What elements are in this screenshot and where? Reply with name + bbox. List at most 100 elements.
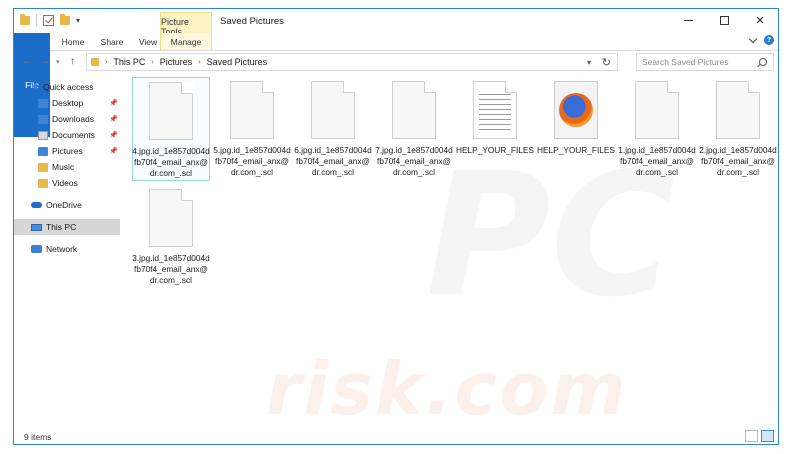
up-arrow-icon[interactable]: ↑ [70, 56, 75, 67]
ribbon-controls: ? [748, 34, 774, 45]
text-document-icon [473, 81, 517, 139]
nav-item-documents[interactable]: Documents 📌 [14, 127, 120, 143]
computer-icon [31, 223, 42, 231]
blank-document-icon [149, 189, 193, 247]
blank-document-icon [635, 81, 679, 139]
ribbon: File Home Share View Manage ? [14, 33, 778, 137]
file-name: 1.jpg.id_1e857d004dfb70f4_email_anx@dr.c… [618, 145, 696, 177]
blank-document-icon [392, 81, 436, 139]
details-view-icon[interactable] [745, 430, 758, 442]
file-item[interactable]: HELP_YOUR_FILES [537, 77, 615, 181]
navigation-row: ← → ▾ ↑ › This PC › Pictures › Saved Pic… [14, 52, 778, 74]
nav-item-desktop[interactable]: Desktop 📌 [14, 95, 120, 111]
explorer-window: ▾ Picture Tools Saved Pictures ✕ File Ho… [13, 8, 779, 445]
nav-item-music[interactable]: Music [14, 159, 120, 175]
pin-icon: 📌 [109, 116, 118, 123]
tab-manage[interactable]: Manage [160, 33, 212, 50]
large-icons-view-icon[interactable] [761, 430, 774, 442]
navigation-pane: ★ Quick access Desktop 📌 Downloads 📌 Doc… [14, 77, 121, 427]
firefox-html-icon [554, 81, 598, 139]
file-name: 4.jpg.id_1e857d004dfb70f4_email_anx@dr.c… [132, 146, 210, 178]
search-input[interactable]: Search Saved Pictures [642, 57, 728, 67]
minimize-button[interactable] [670, 9, 706, 31]
file-item[interactable]: 6.jpg.id_1e857d004dfb70f4_email_anx@dr.c… [294, 77, 372, 181]
recent-locations-icon[interactable]: ▾ [56, 58, 60, 66]
folder-icon[interactable] [20, 13, 30, 25]
close-button[interactable]: ✕ [742, 9, 778, 31]
help-icon[interactable]: ? [764, 35, 774, 45]
file-name: 3.jpg.id_1e857d004dfb70f4_email_anx@dr.c… [132, 253, 210, 285]
chevron-right-icon: › [151, 58, 154, 66]
toolbar-divider [36, 14, 37, 26]
file-item[interactable]: 3.jpg.id_1e857d004dfb70f4_email_anx@dr.c… [132, 185, 210, 289]
quick-access-toolbar: ▾ [20, 13, 80, 26]
address-dropdown-icon[interactable]: ▾ [587, 58, 591, 67]
nav-label: Quick access [42, 82, 94, 92]
refresh-icon[interactable]: ↻ [602, 56, 611, 69]
breadcrumb-saved-pictures[interactable]: Saved Pictures [207, 57, 268, 67]
nav-this-pc[interactable]: This PC [14, 219, 120, 235]
file-item[interactable]: 1.jpg.id_1e857d004dfb70f4_email_anx@dr.c… [618, 77, 696, 181]
downloads-folder-icon [38, 114, 48, 124]
watermark-text: risk.com [266, 347, 628, 431]
file-list: PC risk.com 4.jpg.id_1e857d004dfb70f4_em… [126, 77, 777, 431]
nav-item-pictures[interactable]: Pictures 📌 [14, 143, 120, 159]
nav-network[interactable]: Network [14, 241, 120, 257]
file-item[interactable]: 7.jpg.id_1e857d004dfb70f4_email_anx@dr.c… [375, 77, 453, 181]
tab-share[interactable]: Share [94, 33, 130, 50]
videos-folder-icon [38, 178, 48, 188]
file-name: 5.jpg.id_1e857d004dfb70f4_email_anx@dr.c… [213, 145, 291, 177]
search-box[interactable]: Search Saved Pictures [636, 53, 774, 71]
music-folder-icon [38, 162, 48, 172]
blank-document-icon [311, 81, 355, 139]
maximize-button[interactable] [706, 9, 742, 31]
pin-icon: 📌 [109, 100, 118, 107]
file-name: 6.jpg.id_1e857d004dfb70f4_email_anx@dr.c… [294, 145, 372, 177]
file-item[interactable]: HELP_YOUR_FILES [456, 77, 534, 181]
onedrive-cloud-icon [31, 202, 42, 208]
file-name: 2.jpg.id_1e857d004dfb70f4_email_anx@dr.c… [699, 145, 777, 177]
properties-icon[interactable] [43, 14, 54, 26]
nav-quick-access[interactable]: ★ Quick access [14, 79, 120, 95]
search-icon [759, 58, 767, 66]
minimize-icon [683, 19, 693, 21]
file-item[interactable]: 4.jpg.id_1e857d004dfb70f4_email_anx@dr.c… [132, 77, 210, 181]
location-folder-icon [91, 58, 99, 66]
file-item[interactable]: 5.jpg.id_1e857d004dfb70f4_email_anx@dr.c… [213, 77, 291, 181]
close-icon: ✕ [755, 14, 765, 27]
tab-home[interactable]: Home [54, 33, 92, 50]
nav-label: This PC [46, 222, 77, 232]
address-bar[interactable]: › This PC › Pictures › Saved Pictures ▾ … [86, 53, 618, 71]
nav-label: Pictures [52, 146, 83, 156]
nav-item-downloads[interactable]: Downloads 📌 [14, 111, 120, 127]
file-name: HELP_YOUR_FILES [537, 145, 615, 155]
nav-label: OneDrive [46, 200, 82, 210]
nav-label: Desktop [52, 98, 84, 108]
title-bar: ▾ Picture Tools Saved Pictures ✕ [14, 9, 778, 37]
nav-label: Documents [52, 130, 95, 140]
nav-label: Music [52, 162, 75, 172]
new-folder-icon[interactable] [60, 13, 70, 25]
expand-ribbon-icon[interactable] [748, 34, 758, 43]
star-icon: ★ [31, 81, 40, 93]
breadcrumb-pictures[interactable]: Pictures [160, 57, 193, 67]
desktop-folder-icon [38, 98, 48, 108]
pin-icon: 📌 [109, 132, 118, 139]
caption-buttons: ✕ [670, 9, 778, 31]
window-title: Saved Pictures [220, 16, 284, 27]
picture-tools-tab: Picture Tools [160, 12, 212, 37]
forward-arrow-icon[interactable]: → [40, 56, 50, 67]
documents-folder-icon [38, 130, 48, 140]
nav-label: Videos [52, 178, 78, 188]
customize-dropdown-icon[interactable]: ▾ [76, 16, 80, 25]
file-name: HELP_YOUR_FILES [456, 145, 534, 155]
file-item[interactable]: 2.jpg.id_1e857d004dfb70f4_email_anx@dr.c… [699, 77, 777, 181]
item-count: 9 items [24, 431, 52, 442]
file-name: 7.jpg.id_1e857d004dfb70f4_email_anx@dr.c… [375, 145, 453, 177]
nav-item-videos[interactable]: Videos [14, 175, 120, 191]
breadcrumb-this-pc[interactable]: This PC [113, 57, 145, 67]
back-arrow-icon[interactable]: ← [22, 56, 32, 67]
status-bar: 9 items [14, 428, 778, 445]
blank-document-icon [149, 82, 193, 140]
nav-onedrive[interactable]: OneDrive [14, 197, 120, 213]
